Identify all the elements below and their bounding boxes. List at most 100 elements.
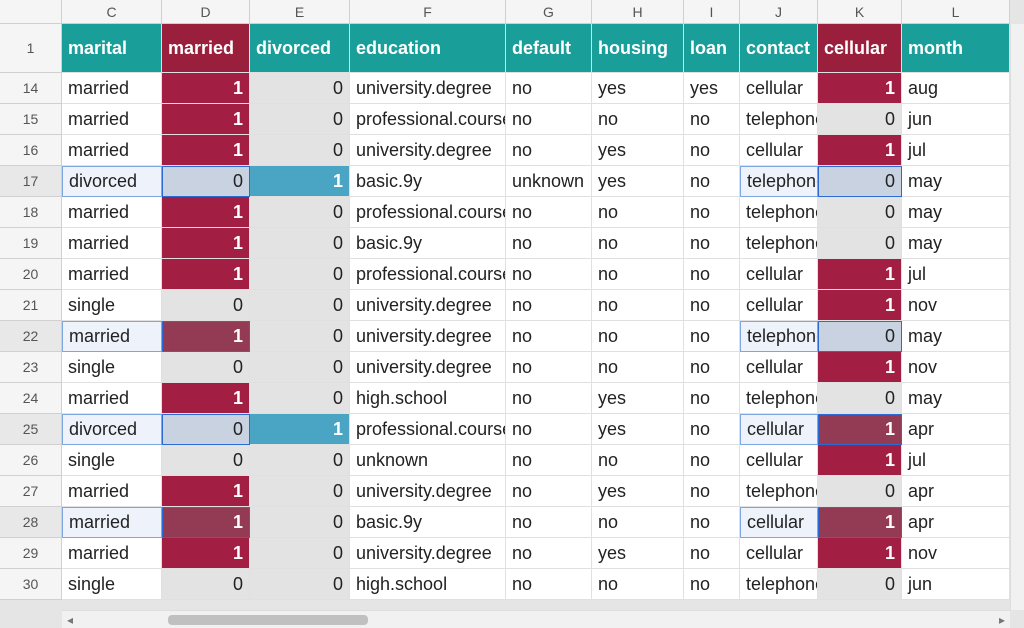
cell-marital[interactable]: divorced — [62, 414, 162, 445]
cell-month[interactable]: apr — [902, 507, 1010, 538]
cell-default[interactable]: no — [506, 538, 592, 569]
cell-divorced[interactable]: 0 — [250, 538, 350, 569]
cell-cellular[interactable]: 1 — [818, 259, 902, 290]
cell-housing[interactable]: no — [592, 507, 684, 538]
cell-housing[interactable]: yes — [592, 383, 684, 414]
cell-married[interactable]: 0 — [162, 414, 250, 445]
row-head-1[interactable]: 1 — [0, 24, 62, 73]
cell-contact[interactable]: cellular — [740, 73, 818, 104]
cell-loan[interactable]: no — [684, 352, 740, 383]
scroll-left-icon[interactable]: ◂ — [62, 613, 78, 627]
cell-loan[interactable]: no — [684, 445, 740, 476]
cell-contact[interactable]: telephone — [740, 228, 818, 259]
header-cell-month[interactable]: month — [902, 24, 1010, 73]
cell-divorced[interactable]: 0 — [250, 259, 350, 290]
cell-married[interactable]: 1 — [162, 228, 250, 259]
cell-default[interactable]: no — [506, 445, 592, 476]
cell-married[interactable]: 0 — [162, 166, 250, 197]
cell-housing[interactable]: yes — [592, 135, 684, 166]
cell-contact[interactable]: telephone — [740, 569, 818, 600]
cell-cellular[interactable]: 0 — [818, 476, 902, 507]
cell-cellular[interactable]: 0 — [818, 383, 902, 414]
cell-education[interactable]: professional.course — [350, 259, 506, 290]
cell-marital[interactable]: married — [62, 228, 162, 259]
row-head-28[interactable]: 28 — [0, 507, 62, 538]
cell-marital[interactable]: single — [62, 569, 162, 600]
cell-marital[interactable]: married — [62, 259, 162, 290]
cell-contact[interactable]: telephone — [740, 197, 818, 228]
cell-education[interactable]: basic.9y — [350, 166, 506, 197]
row-head-24[interactable]: 24 — [0, 383, 62, 414]
col-head-I[interactable]: I — [684, 0, 740, 24]
cell-cellular[interactable]: 0 — [818, 569, 902, 600]
cell-cellular[interactable]: 0 — [818, 228, 902, 259]
cell-housing[interactable]: no — [592, 321, 684, 352]
cell-month[interactable]: jun — [902, 104, 1010, 135]
cell-marital[interactable]: married — [62, 135, 162, 166]
horizontal-scrollbar[interactable]: ◂ ▸ — [62, 610, 1010, 628]
cell-cellular[interactable]: 1 — [818, 414, 902, 445]
cell-cellular[interactable]: 0 — [818, 166, 902, 197]
cell-month[interactable]: may — [902, 383, 1010, 414]
col-head-E[interactable]: E — [250, 0, 350, 24]
cell-loan[interactable]: no — [684, 414, 740, 445]
row-head-25[interactable]: 25 — [0, 414, 62, 445]
cell-education[interactable]: university.degree — [350, 321, 506, 352]
cell-loan[interactable]: no — [684, 507, 740, 538]
cell-loan[interactable]: no — [684, 290, 740, 321]
row-head-21[interactable]: 21 — [0, 290, 62, 321]
cell-default[interactable]: no — [506, 321, 592, 352]
cell-marital[interactable]: single — [62, 290, 162, 321]
cell-divorced[interactable]: 0 — [250, 290, 350, 321]
cell-housing[interactable]: no — [592, 290, 684, 321]
cell-loan[interactable]: no — [684, 104, 740, 135]
cell-divorced[interactable]: 0 — [250, 321, 350, 352]
row-head-20[interactable]: 20 — [0, 259, 62, 290]
row-head-22[interactable]: 22 — [0, 321, 62, 352]
cell-cellular[interactable]: 0 — [818, 104, 902, 135]
row-head-15[interactable]: 15 — [0, 104, 62, 135]
cell-divorced[interactable]: 1 — [250, 166, 350, 197]
cell-month[interactable]: jul — [902, 259, 1010, 290]
cell-default[interactable]: no — [506, 352, 592, 383]
cell-married[interactable]: 1 — [162, 259, 250, 290]
cell-marital[interactable]: married — [62, 383, 162, 414]
cell-default[interactable]: no — [506, 104, 592, 135]
vertical-scrollbar[interactable] — [1010, 24, 1024, 610]
cell-divorced[interactable]: 0 — [250, 383, 350, 414]
cell-education[interactable]: professional.course — [350, 197, 506, 228]
cell-cellular[interactable]: 1 — [818, 445, 902, 476]
cell-loan[interactable]: no — [684, 197, 740, 228]
cell-housing[interactable]: no — [592, 445, 684, 476]
cell-divorced[interactable]: 0 — [250, 569, 350, 600]
cell-default[interactable]: no — [506, 197, 592, 228]
cell-housing[interactable]: yes — [592, 73, 684, 104]
cell-divorced[interactable]: 0 — [250, 104, 350, 135]
cell-default[interactable]: unknown — [506, 166, 592, 197]
cell-cellular[interactable]: 0 — [818, 197, 902, 228]
cell-housing[interactable]: yes — [592, 166, 684, 197]
cell-married[interactable]: 1 — [162, 104, 250, 135]
cell-marital[interactable]: married — [62, 104, 162, 135]
cell-loan[interactable]: no — [684, 476, 740, 507]
cell-marital[interactable]: married — [62, 197, 162, 228]
cell-marital[interactable]: married — [62, 507, 162, 538]
cell-contact[interactable]: cellular — [740, 352, 818, 383]
cell-housing[interactable]: no — [592, 569, 684, 600]
cell-married[interactable]: 1 — [162, 321, 250, 352]
cell-divorced[interactable]: 0 — [250, 228, 350, 259]
cell-month[interactable]: nov — [902, 352, 1010, 383]
cell-divorced[interactable]: 0 — [250, 135, 350, 166]
cell-education[interactable]: university.degree — [350, 476, 506, 507]
row-head-19[interactable]: 19 — [0, 228, 62, 259]
cell-education[interactable]: professional.course — [350, 104, 506, 135]
cell-default[interactable]: no — [506, 414, 592, 445]
cell-married[interactable]: 1 — [162, 538, 250, 569]
col-head-F[interactable]: F — [350, 0, 506, 24]
cell-loan[interactable]: no — [684, 135, 740, 166]
col-head-J[interactable]: J — [740, 0, 818, 24]
cell-divorced[interactable]: 0 — [250, 507, 350, 538]
cell-month[interactable]: apr — [902, 414, 1010, 445]
cell-contact[interactable]: cellular — [740, 259, 818, 290]
cell-married[interactable]: 0 — [162, 569, 250, 600]
